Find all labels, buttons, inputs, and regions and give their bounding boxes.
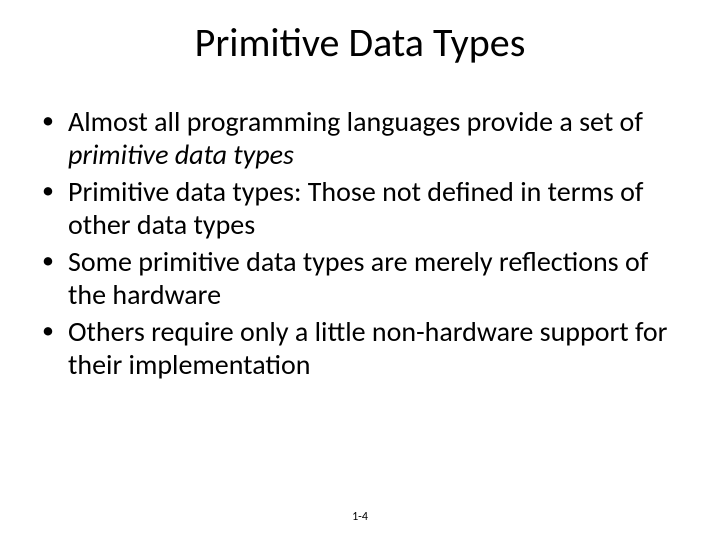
bullet-emphasis: primitive data types (68, 137, 294, 172)
bullet-text: Primitive data types: Those not defined … (68, 174, 643, 242)
bullet-text: Some primitive data types are merely ref… (68, 244, 648, 312)
slide-body: Almost all programming languages provide… (0, 67, 720, 381)
bullet-list: Almost all programming languages provide… (38, 105, 682, 381)
bullet-text: Others require only a little non-hardwar… (68, 314, 667, 382)
bullet-text: Almost all programming languages provide… (68, 104, 643, 139)
slide: Primitive Data Types Almost all programm… (0, 0, 720, 540)
slide-number: 1-4 (0, 510, 720, 524)
list-item: Some primitive data types are merely ref… (38, 245, 682, 311)
slide-title: Primitive Data Types (0, 0, 720, 67)
list-item: Others require only a little non-hardwar… (38, 315, 682, 381)
list-item: Primitive data types: Those not defined … (38, 175, 682, 241)
list-item: Almost all programming languages provide… (38, 105, 682, 171)
